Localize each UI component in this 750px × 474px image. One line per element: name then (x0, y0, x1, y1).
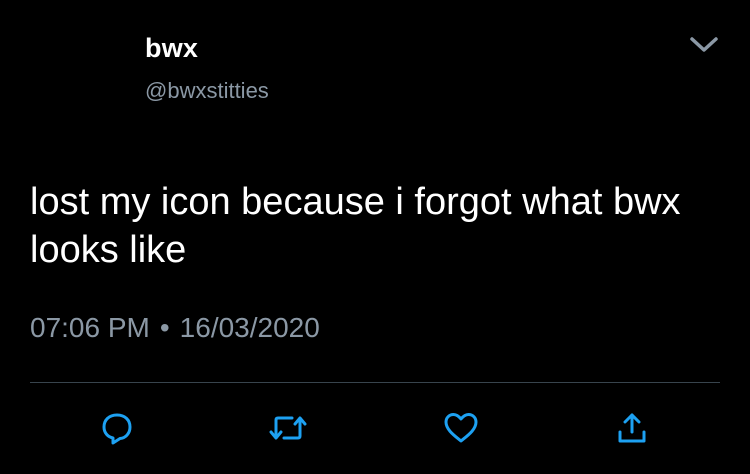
divider (30, 382, 720, 383)
meta-separator: • (159, 312, 170, 343)
retweet-button[interactable] (264, 404, 312, 452)
tweet-timestamp[interactable]: 07:06 PM • 16/03/2020 (30, 312, 320, 344)
tweet-time: 07:06 PM (30, 312, 150, 343)
action-bar (0, 404, 750, 452)
reply-icon (102, 413, 132, 445)
chevron-down-icon[interactable] (686, 32, 722, 58)
display-name[interactable]: bwx (145, 33, 198, 64)
user-handle[interactable]: @bwxstitties (145, 78, 269, 104)
like-button[interactable] (437, 404, 485, 452)
avatar[interactable] (30, 28, 124, 122)
reply-button[interactable] (93, 404, 141, 452)
tweet-text: lost my icon because i forgot what bwx l… (30, 181, 681, 271)
tweet-date: 16/03/2020 (179, 312, 320, 343)
tweet-card: bwx @bwxstitties lost my icon because i … (0, 0, 750, 474)
share-icon (618, 413, 646, 443)
retweet-icon (269, 416, 307, 440)
share-button[interactable] (608, 404, 656, 452)
heart-icon (444, 413, 478, 443)
